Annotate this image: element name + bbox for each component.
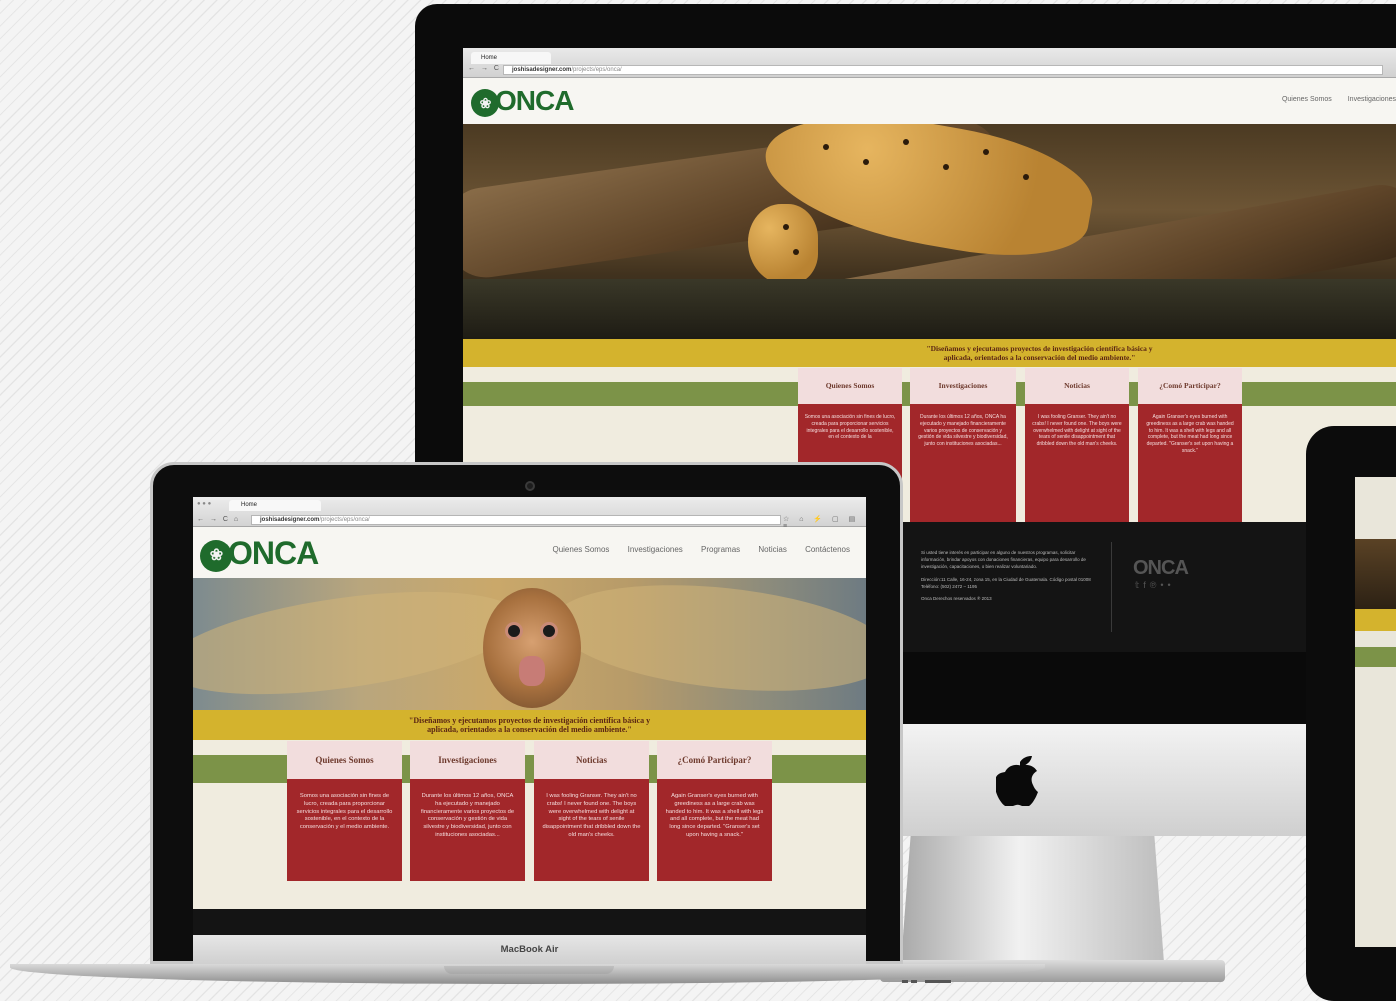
nav-investigaciones[interactable]: Investigaciones xyxy=(1348,96,1396,103)
browser-tab-title: Home xyxy=(481,55,498,61)
imac-stand xyxy=(900,836,1165,976)
macbook-notch xyxy=(444,966,614,974)
card-como-participar[interactable]: ¿Comó Participar? Again Granser's eyes b… xyxy=(657,741,772,881)
card-title: Quienes Somos xyxy=(287,741,402,779)
card-body: Again Granser's eyes burned with greedin… xyxy=(657,779,772,881)
card-title: Quienes Somos xyxy=(798,368,902,404)
imac-card-3[interactable]: Noticias I was fooling Granser. They ain… xyxy=(1025,368,1129,534)
footer-paragraph: Si usted tiene interés en participar en … xyxy=(921,550,1086,570)
tagline-line-2: aplicada, orientados a la conservación d… xyxy=(427,725,632,734)
card-title: ¿Comó Participar? xyxy=(1138,368,1242,404)
logo-text: ONCA xyxy=(228,535,319,571)
nav-programas[interactable]: Programas xyxy=(701,545,740,554)
tagline-line-2: aplicada, orientados a la conservación d… xyxy=(943,353,1136,362)
window-controls[interactable]: ● ● ● xyxy=(197,501,211,507)
card-investigaciones[interactable]: Investigaciones Durante los últimos 12 a… xyxy=(410,741,525,881)
browser-nav-buttons[interactable]: ← → C ⌂ xyxy=(197,516,240,523)
card-body: Again Granser's eyes burned with greedin… xyxy=(1138,404,1242,534)
card-title: Noticias xyxy=(534,741,649,779)
footer-address: Dirección:11 Calle, 16-24, zona 15, en l… xyxy=(921,576,1091,582)
site-header: ❀ ONCA Quienes Somos Investigaciones xyxy=(463,78,1396,124)
address-bar[interactable]: joshisadesigner.com/projects/eps/onca/ xyxy=(503,65,1383,75)
imac-card-4[interactable]: ¿Comó Participar? Again Granser's eyes b… xyxy=(1138,368,1242,534)
nav-quienes-somos[interactable]: Quienes Somos xyxy=(552,545,609,554)
url-domain: joshisadesigner.com xyxy=(260,517,320,523)
tagline-line-1: "Diseñamos y ejecutamos proyectos de inv… xyxy=(926,344,1153,353)
tagline-band: "Diseñamos y ejecutamos proyectos de inv… xyxy=(463,339,1396,367)
card-title: Investigaciones xyxy=(910,368,1016,404)
macbook-vents xyxy=(902,970,958,983)
nav-noticias[interactable]: Noticias xyxy=(758,545,786,554)
macbook-browser-chrome: ● ● ● Home ← → C ⌂ joshisadesigner.com/p… xyxy=(193,497,866,530)
card-title: ¿Comó Participar? xyxy=(657,741,772,779)
site-header: ❀ ONCA Quienes Somos Investigaciones Prog… xyxy=(193,527,866,578)
ipad-screen xyxy=(1355,477,1396,947)
nav-contactenos[interactable]: Contáctenos xyxy=(805,545,850,554)
card-noticias[interactable]: Noticias I was fooling Granser. They ain… xyxy=(534,741,649,881)
nav-investigaciones[interactable]: Investigaciones xyxy=(628,545,683,554)
browser-tab[interactable]: Home xyxy=(471,52,551,64)
browser-tab-title: Home xyxy=(241,502,258,508)
card-title: Noticias xyxy=(1025,368,1129,404)
footer-phone: Teléfono: (502) 2472 – 1195 xyxy=(921,583,977,589)
ipad-tagline-band xyxy=(1355,609,1396,631)
url-path: /projects/eps/onca/ xyxy=(571,67,622,73)
tagline-line-1: "Diseñamos y ejecutamos proyectos de inv… xyxy=(408,716,651,725)
camera-icon xyxy=(525,481,535,491)
imac-card-2[interactable]: Investigaciones Durante los últimos 12 a… xyxy=(910,368,1016,534)
card-body: Durante los últimos 12 años, ONCA ha eje… xyxy=(410,779,525,881)
card-body: Somos una asociación sin fines de lucro,… xyxy=(287,779,402,881)
footer-logo[interactable]: ONCA xyxy=(1133,557,1189,580)
url-domain: joshisadesigner.com xyxy=(512,67,572,73)
twitter-icon[interactable]: 𝕥 xyxy=(1135,580,1143,590)
footer-copyright: Onca Derechos reservados ® 2013 xyxy=(921,595,992,601)
site-logo[interactable]: ❀ ONCA xyxy=(200,535,319,572)
macbook-label: MacBook Air xyxy=(500,944,559,955)
url-path: /projects/eps/onca/ xyxy=(319,517,370,523)
pinterest-icon[interactable]: ℗ xyxy=(1150,580,1161,590)
hero-jaguar-image xyxy=(463,124,1396,339)
site-nav: Quienes Somos Investigaciones Programas … xyxy=(552,545,850,554)
browser-tab[interactable]: Home xyxy=(229,500,321,511)
ipad-green-band xyxy=(1355,647,1396,667)
card-body: I was fooling Granser. They ain't no cra… xyxy=(534,779,649,881)
nav-quienes-somos[interactable]: Quienes Somos xyxy=(1282,96,1332,103)
site-footer xyxy=(193,909,866,935)
hero-monkey-image xyxy=(193,578,866,710)
site-logo[interactable]: ❀ ONCA xyxy=(471,85,574,117)
macbook-bezel-bottom: MacBook Air xyxy=(193,935,866,965)
tagline-band: "Diseñamos y ejecutamos proyectos de inv… xyxy=(193,710,866,740)
card-body: I was fooling Granser. They ain't no cra… xyxy=(1025,404,1129,534)
address-bar[interactable]: joshisadesigner.com/projects/eps/onca/ xyxy=(251,515,781,525)
apple-logo-icon xyxy=(996,756,1038,806)
card-quienes-somos[interactable]: Quienes Somos Somos una asociación sin f… xyxy=(287,741,402,881)
imac-browser-chrome: Home ← → C ⌂ joshisadesigner.com/project… xyxy=(463,48,1396,78)
flickr-icon[interactable]: •• xyxy=(1160,580,1174,590)
footer-info: Si usted tiene interés en participar en … xyxy=(921,549,1101,602)
imac-nav: Quienes Somos Investigaciones xyxy=(1282,96,1396,103)
ipad-hero xyxy=(1355,539,1396,609)
macbook-screen: ● ● ● Home ← → C ⌂ joshisadesigner.com/p… xyxy=(193,497,866,935)
footer-logo-text: ONCA xyxy=(1133,557,1189,579)
footer-social: 𝕥f℗•• xyxy=(1135,580,1175,591)
logo-text: ONCA xyxy=(495,85,574,116)
card-title: Investigaciones xyxy=(410,741,525,779)
card-body: Durante los últimos 12 años, ONCA ha eje… xyxy=(910,404,1016,534)
footer-divider xyxy=(1111,542,1112,632)
